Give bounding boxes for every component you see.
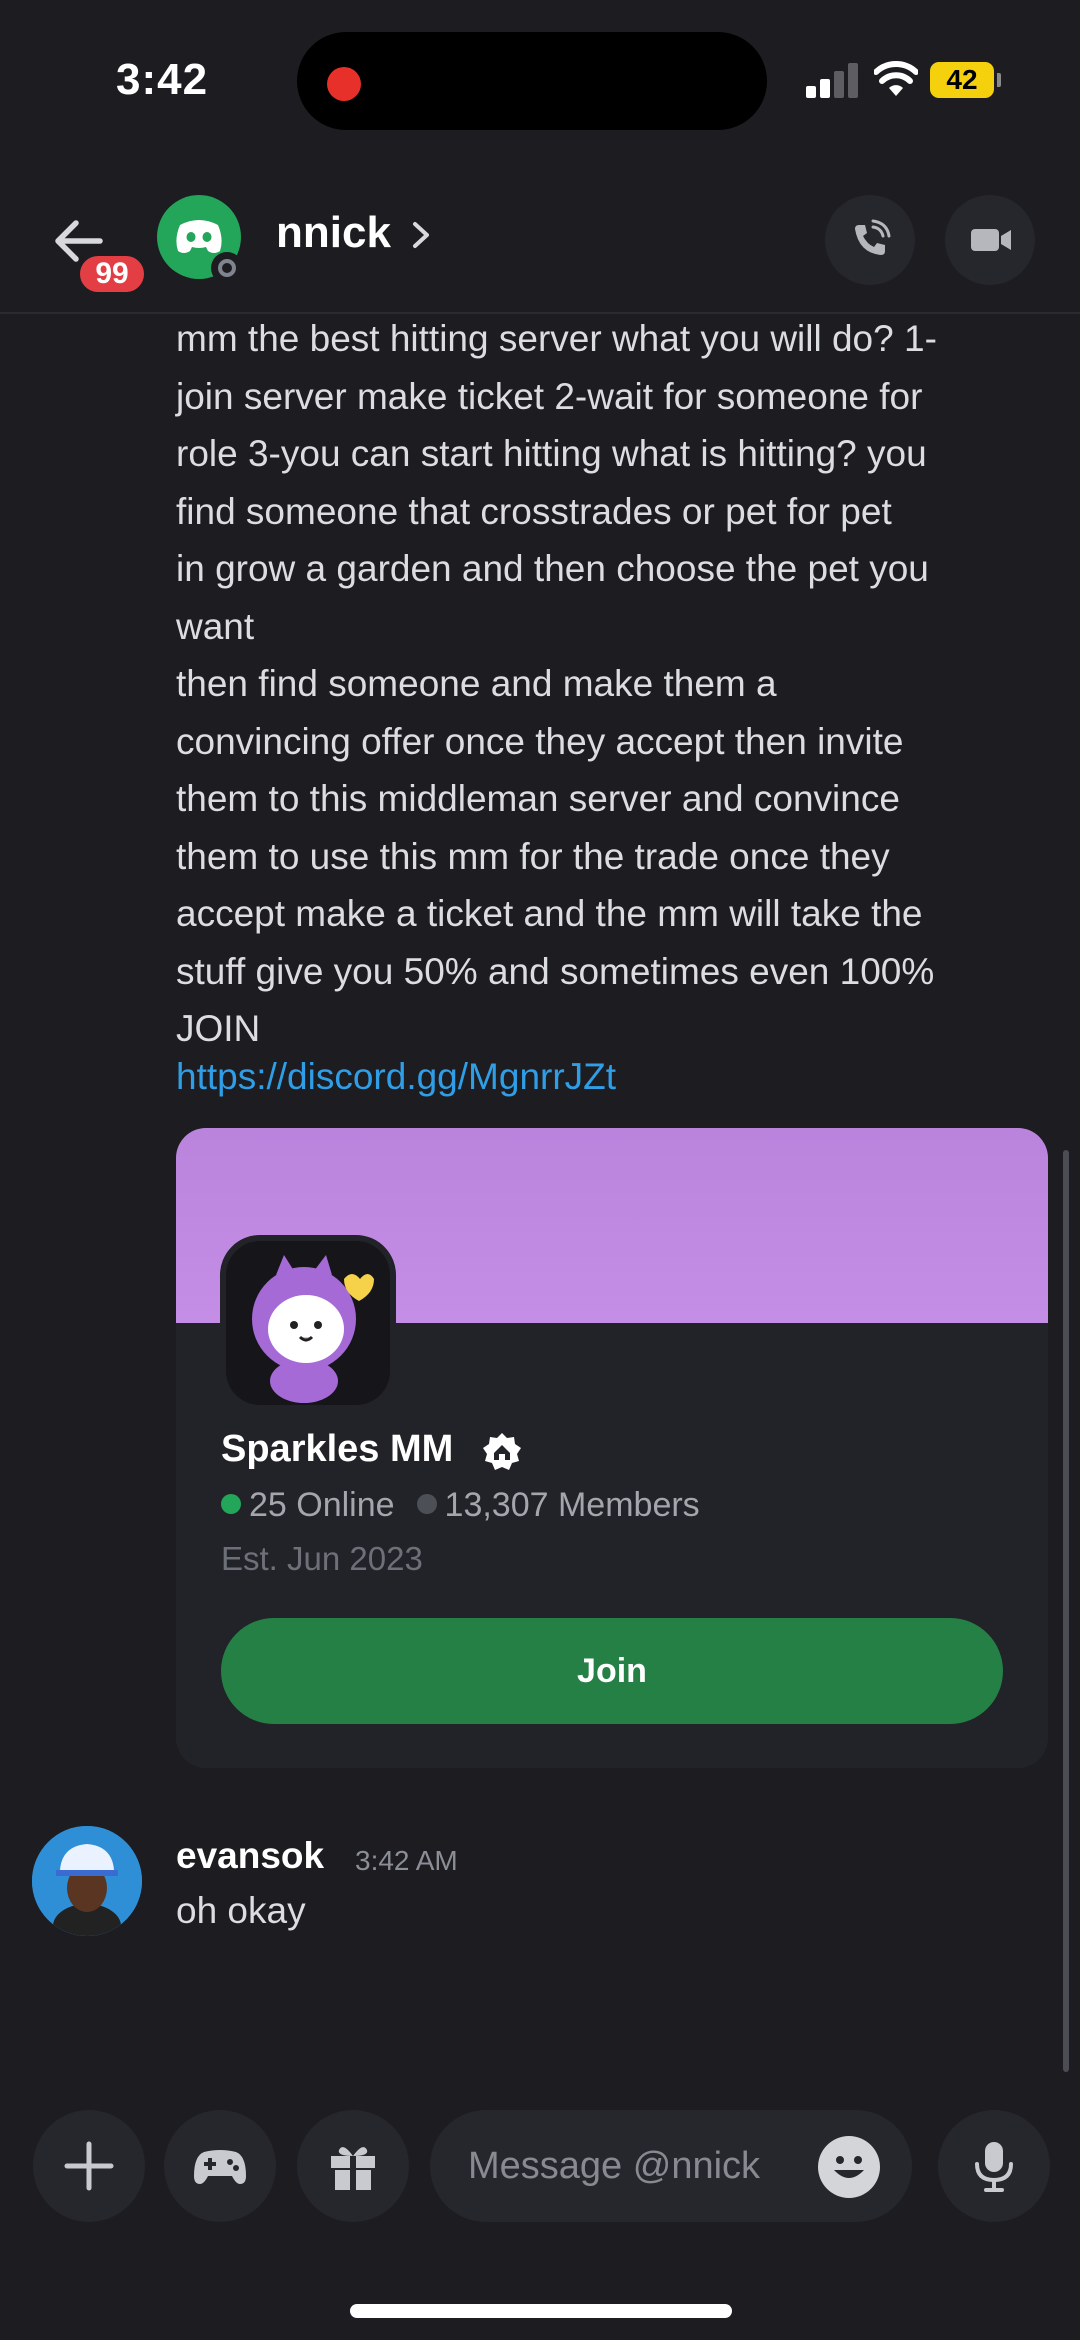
- smiley-face-icon: [834, 2156, 864, 2178]
- server-mascot-icon: [252, 1255, 374, 1403]
- presence-offline-icon: [211, 252, 243, 284]
- message-text: mm the best hitting server what you will…: [176, 318, 937, 1049]
- members-dot-icon: [416, 1494, 437, 1514]
- conversation-username[interactable]: nnick: [276, 208, 391, 258]
- partner-badge-icon: [483, 1433, 521, 1470]
- cellular-signal-icon: [806, 62, 860, 98]
- microphone-icon: [975, 2142, 1013, 2192]
- message-composer: [0, 2110, 1080, 2230]
- reply-timestamp: 3:42 AM: [355, 1845, 458, 1876]
- emoji-icon[interactable]: [818, 2136, 880, 2198]
- unread-badge: 99: [76, 252, 148, 296]
- member-count: 13,307 Members: [444, 1486, 700, 1524]
- voice-call-button[interactable]: [825, 195, 915, 285]
- gamepad-icon: [194, 2150, 246, 2184]
- server-icon: [220, 1235, 396, 1411]
- status-time: 3:42: [116, 55, 209, 104]
- recording-indicator-icon: [327, 67, 361, 101]
- server-stats: 25 Online 13,307 Members: [221, 1486, 700, 1525]
- message-input[interactable]: [468, 2110, 808, 2222]
- join-button[interactable]: Join: [221, 1618, 1003, 1724]
- wifi-icon: [874, 61, 918, 96]
- reply-avatar[interactable]: [32, 1826, 142, 1936]
- server-invite-card: Sparkles MM 25 Online 13,307 Members Est.…: [176, 1128, 1048, 1768]
- chevron-right-icon[interactable]: [408, 220, 434, 250]
- phone-call-icon: [855, 219, 891, 255]
- chat-header: 99 nnick: [0, 180, 1080, 310]
- invite-link[interactable]: https://discord.gg/MgnrrJZt: [176, 1056, 616, 1098]
- gift-icon: [331, 2147, 375, 2190]
- battery-level: 42: [930, 62, 1001, 98]
- established-date: Est. Jun 2023: [221, 1540, 423, 1577]
- reply-text: oh okay: [176, 1890, 306, 1931]
- activities-button[interactable]: [164, 2110, 276, 2222]
- server-name: Sparkles MM: [221, 1428, 454, 1470]
- dynamic-island: [297, 32, 767, 130]
- scrollbar[interactable]: [1063, 1150, 1069, 2072]
- discord-logo-icon: [176, 220, 222, 253]
- home-indicator[interactable]: [350, 2304, 732, 2318]
- online-count: 25 Online: [249, 1486, 395, 1524]
- voice-message-button[interactable]: [938, 2110, 1050, 2222]
- attach-button[interactable]: [33, 2110, 145, 2222]
- online-dot-icon: [221, 1494, 241, 1514]
- user-photo-icon: [32, 1826, 142, 1936]
- message-input-wrapper: [430, 2110, 912, 2222]
- plus-icon: [64, 2141, 114, 2191]
- reply-author[interactable]: evansok: [176, 1835, 324, 1877]
- status-bar: 3:42 42: [0, 0, 1080, 160]
- video-camera-icon: [971, 229, 1011, 251]
- video-call-button[interactable]: [945, 195, 1035, 285]
- gift-button[interactable]: [297, 2110, 409, 2222]
